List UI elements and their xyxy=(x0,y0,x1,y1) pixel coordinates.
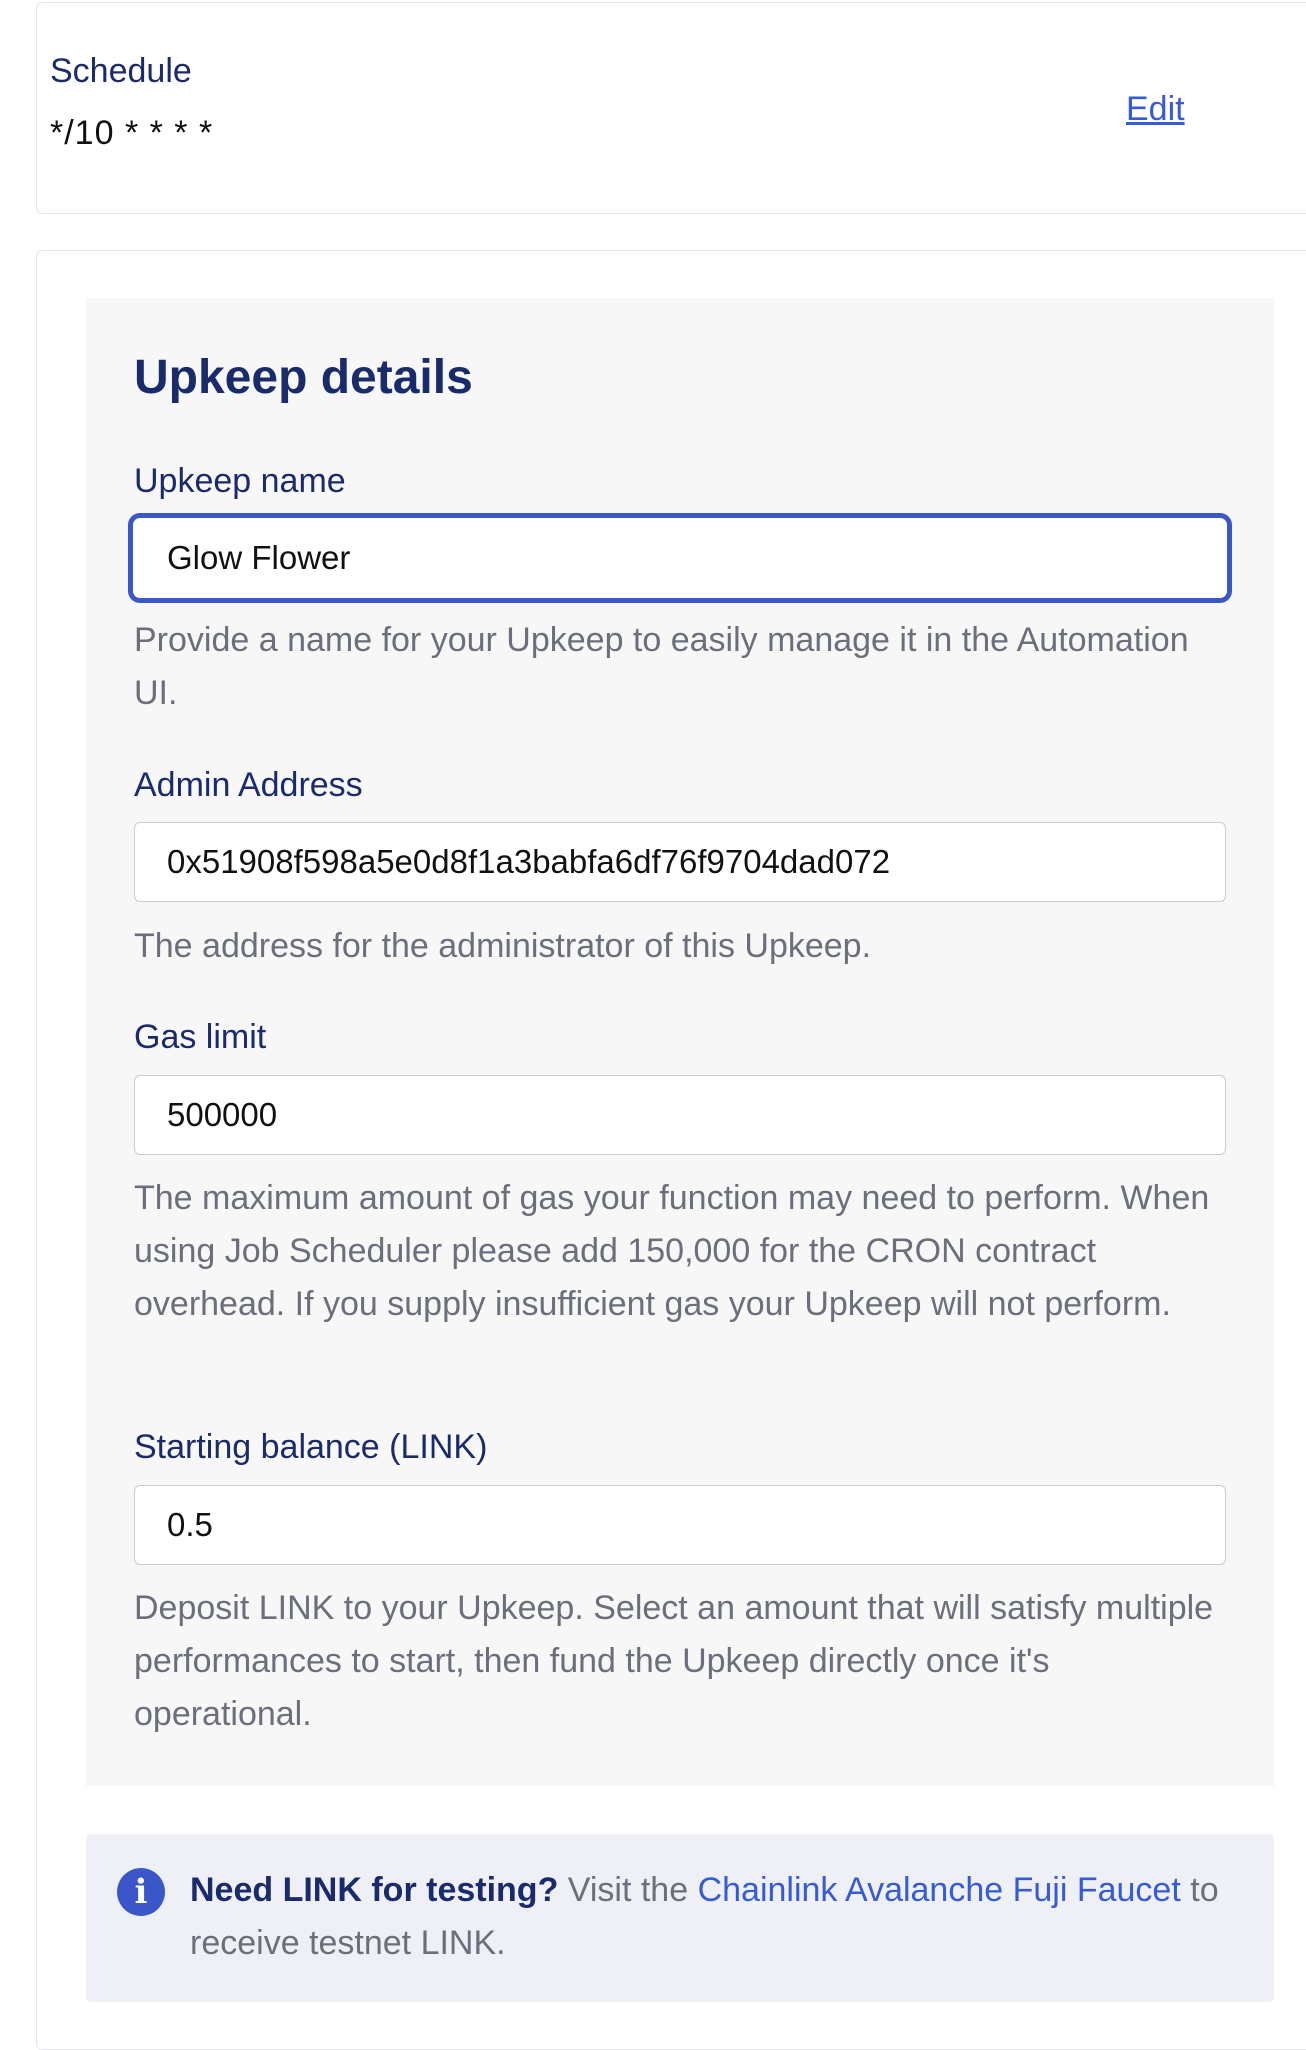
gas-limit-label: Gas limit xyxy=(134,1018,267,1056)
admin-address-help: The address for the administrator of thi… xyxy=(134,927,872,965)
starting-balance-help: Deposit LINK to your Upkeep. Select an a… xyxy=(134,1589,1214,1733)
upkeep-name-input[interactable] xyxy=(128,513,1232,603)
faucet-notice-text: Need LINK for testing? Visit the Chainli… xyxy=(190,1864,1230,1970)
gas-limit-input[interactable] xyxy=(134,1075,1226,1155)
gas-limit-help: The maximum amount of gas your function … xyxy=(134,1179,1210,1323)
notice-pre-link: Visit the xyxy=(558,1871,698,1909)
faucet-link[interactable]: Chainlink Avalanche Fuji Faucet xyxy=(698,1871,1181,1909)
schedule-card xyxy=(36,2,1306,214)
admin-address-label: Admin Address xyxy=(134,766,363,804)
starting-balance-label: Starting balance (LINK) xyxy=(134,1428,488,1466)
upkeep-name-label: Upkeep name xyxy=(134,462,346,500)
edit-schedule-link[interactable]: Edit xyxy=(1126,90,1185,129)
admin-address-input[interactable] xyxy=(134,822,1226,902)
notice-heading: Need LINK for testing? xyxy=(190,1871,559,1909)
schedule-value: */10 * * * * xyxy=(50,114,214,152)
starting-balance-input[interactable] xyxy=(134,1485,1226,1565)
schedule-label: Schedule xyxy=(50,52,192,90)
info-icon: i xyxy=(117,1868,165,1916)
upkeep-name-help: Provide a name for your Upkeep to easily… xyxy=(134,621,1189,712)
upkeep-details-title: Upkeep details xyxy=(134,351,473,404)
